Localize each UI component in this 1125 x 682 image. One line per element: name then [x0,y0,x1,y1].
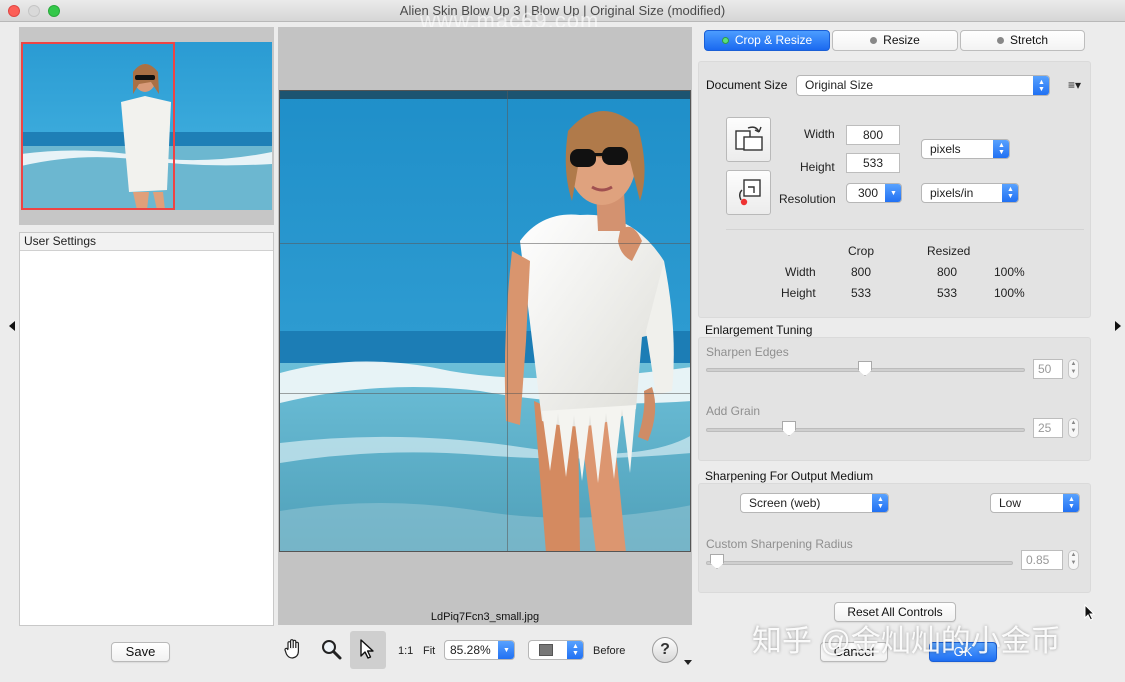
tab-stretch[interactable]: Stretch [960,30,1085,51]
add-grain-label: Add Grain [706,404,761,418]
sharpen-edges-value[interactable]: 50 [1033,359,1063,379]
mouse-cursor-icon [1084,603,1096,625]
table-cell-crop: 800 [851,265,872,279]
up-down-arrows-icon: ▲ ▼ [872,494,888,512]
rotate-orientation-button[interactable] [726,117,771,162]
minimize-window-button[interactable] [28,5,40,17]
rotate-pages-icon [732,121,766,158]
reset-crop-button[interactable] [726,170,771,215]
custom-radius-slider-track[interactable] [706,561,1013,565]
tab-indicator-icon [721,37,729,44]
tab-label: Stretch [1009,33,1048,47]
units-select[interactable]: pixels ▲ ▼ [921,139,1010,159]
width-label: Width [804,127,835,141]
tab-crop-resize[interactable]: Crop & Resize [704,30,830,51]
crop-reset-icon [732,174,766,211]
navigator-panel [19,27,274,225]
sharpen-edges-label: Sharpen Edges [706,345,789,359]
width-input[interactable]: 800 [846,125,900,145]
resolution-combo[interactable]: 300 ▼ [846,183,902,203]
zoom-tool-button[interactable] [315,634,347,666]
background-color-swatch [539,644,553,656]
custom-radius-value[interactable]: 0.85 [1021,550,1063,570]
table-row-label: Width [785,265,816,279]
fit-zoom-button[interactable]: Fit [423,645,435,657]
resolution-units-select[interactable]: pixels/in ▲ ▼ [921,183,1019,203]
arrow-pointer-icon [356,637,380,664]
add-grain-slider-track[interactable] [706,428,1025,432]
add-grain-stepper[interactable]: ▲ ▼ [1068,418,1079,438]
close-window-button[interactable] [8,5,20,17]
watermark-bottom: 知乎 @金灿灿的小金币 [752,625,1061,658]
resolution-units-value: pixels/in [930,186,974,200]
sharpening-output-title: Sharpening For Output Medium [705,469,874,483]
help-menu-caret-icon[interactable] [684,660,692,665]
height-label: Height [800,160,835,174]
tab-resize[interactable]: Resize [832,30,958,51]
help-button[interactable]: ? [652,637,678,663]
enlargement-tuning-title: Enlargement Tuning [705,323,813,337]
resized-column-header: Resized [927,244,971,258]
units-value: pixels [930,142,961,156]
sharpening-amount-value: Low [999,496,1022,510]
table-cell-resized: 533 [937,286,958,300]
tab-indicator-icon [870,37,878,44]
navigator-view-rectangle[interactable] [21,42,175,210]
zoom-level-select[interactable]: 85.28% ▼ [444,640,515,660]
resolution-value: 300 [858,186,879,200]
table-cell-percent: 100% [994,265,1025,279]
user-settings-header: User Settings [20,233,273,251]
divider [726,229,1084,230]
user-settings-panel: User Settings [19,232,274,626]
table-row-label: Height [781,286,816,300]
add-grain-value[interactable]: 25 [1033,418,1063,438]
one-to-one-zoom-button[interactable]: 1:1 [398,645,413,657]
document-size-value: Original Size [805,78,874,92]
document-size-select[interactable]: Original Size ▲ ▼ [796,75,1050,96]
table-cell-percent: 100% [994,286,1025,300]
preview-image[interactable] [279,90,691,552]
magnifier-icon [319,637,343,664]
hand-tool-button[interactable] [277,634,309,666]
up-down-arrows-icon: ▲ ▼ [567,641,583,659]
crop-column-header: Crop [848,244,875,258]
up-down-arrows-icon: ▲ ▼ [1063,494,1079,512]
tab-label: Crop & Resize [734,33,813,47]
zoom-window-button[interactable] [48,5,60,17]
tab-label: Resize [883,33,920,47]
presets-menu-icon[interactable]: ≡▾ [1068,78,1081,92]
preview-filename: LdPiq7Fcn3_small.jpg [430,611,540,623]
resolution-label: Resolution [779,192,836,206]
table-cell-resized: 800 [937,265,958,279]
up-down-arrows-icon: ▲ ▼ [1002,184,1018,202]
question-mark-icon: ? [660,641,670,658]
crop-grid-line-vertical [507,91,508,551]
up-down-arrows-icon: ▲ ▼ [993,140,1009,158]
before-toggle[interactable]: Before [593,645,625,657]
hand-icon [281,637,305,664]
collapse-left-panel-arrow-icon[interactable] [9,321,15,331]
sharpening-amount-select[interactable]: Low ▲ ▼ [990,493,1080,513]
collapse-right-panel-arrow-icon[interactable] [1115,321,1121,331]
tab-indicator-icon [996,37,1004,44]
custom-radius-label: Custom Sharpening Radius [706,537,853,551]
sharpen-edges-stepper[interactable]: ▲ ▼ [1068,359,1079,379]
height-input[interactable]: 533 [846,153,900,173]
table-cell-crop: 533 [851,286,872,300]
output-medium-select[interactable]: Screen (web) ▲ ▼ [740,493,889,513]
chevron-down-icon: ▼ [885,184,901,202]
background-color-select[interactable]: ▲ ▼ [528,640,584,660]
output-medium-value: Screen (web) [749,496,821,510]
crop-grid-line-horizontal [280,393,690,394]
zoom-level-value: 85.28% [450,643,491,657]
custom-radius-stepper[interactable]: ▲ ▼ [1068,550,1079,570]
up-down-arrows-icon: ▲ ▼ [1033,76,1049,95]
chevron-down-icon: ▼ [498,641,514,659]
save-button[interactable]: Save [111,642,170,662]
crop-grid-line-horizontal [280,243,690,244]
document-size-label: Document Size [706,78,788,92]
preview-area[interactable]: LdPiq7Fcn3_small.jpg [278,27,692,625]
pointer-tool-button[interactable] [350,631,386,669]
